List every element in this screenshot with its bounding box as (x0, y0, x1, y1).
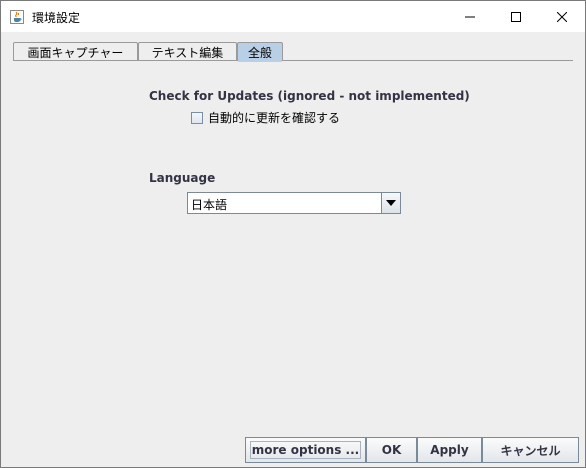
preferences-window: 環境設定 画面キャプチャー テキスト編集 全般 Check for Update… (0, 0, 586, 468)
title-bar[interactable]: 環境設定 (1, 1, 585, 32)
tab-divider (13, 60, 573, 61)
language-select[interactable]: 日本語 (187, 192, 401, 214)
tab-bar: 画面キャプチャー テキスト編集 全般 (13, 42, 573, 61)
tab-general[interactable]: 全般 (237, 42, 283, 61)
maximize-icon (511, 11, 521, 22)
close-icon (557, 11, 567, 22)
selected-tab-gap (238, 60, 282, 62)
more-options-label: more options ... (249, 441, 362, 459)
more-options-button[interactable]: more options ... (245, 437, 366, 463)
language-dropdown-button[interactable] (381, 193, 400, 213)
maximize-button[interactable] (493, 1, 539, 32)
window-title: 環境設定 (32, 11, 81, 25)
apply-button[interactable]: Apply (417, 437, 482, 463)
language-label: Language (149, 171, 216, 185)
java-cup-icon (10, 9, 24, 24)
tab-text-editing[interactable]: テキスト編集 (138, 42, 237, 61)
cancel-button[interactable]: キャンセル (482, 437, 579, 463)
auto-update-checkbox-row[interactable]: 自動的に更新を確認する (191, 109, 340, 126)
tab-screen-capture[interactable]: 画面キャプチャー (13, 42, 138, 61)
minimize-button[interactable] (447, 1, 493, 32)
minimize-icon (465, 16, 475, 17)
chevron-down-icon (386, 200, 396, 206)
auto-update-checkbox-label[interactable]: 自動的に更新を確認する (208, 109, 340, 126)
auto-update-checkbox[interactable] (191, 111, 203, 124)
close-button[interactable] (539, 1, 585, 32)
language-select-value: 日本語 (191, 198, 228, 212)
check-updates-label: Check for Updates (ignored - not impleme… (149, 89, 470, 103)
ok-button[interactable]: OK (366, 437, 417, 463)
